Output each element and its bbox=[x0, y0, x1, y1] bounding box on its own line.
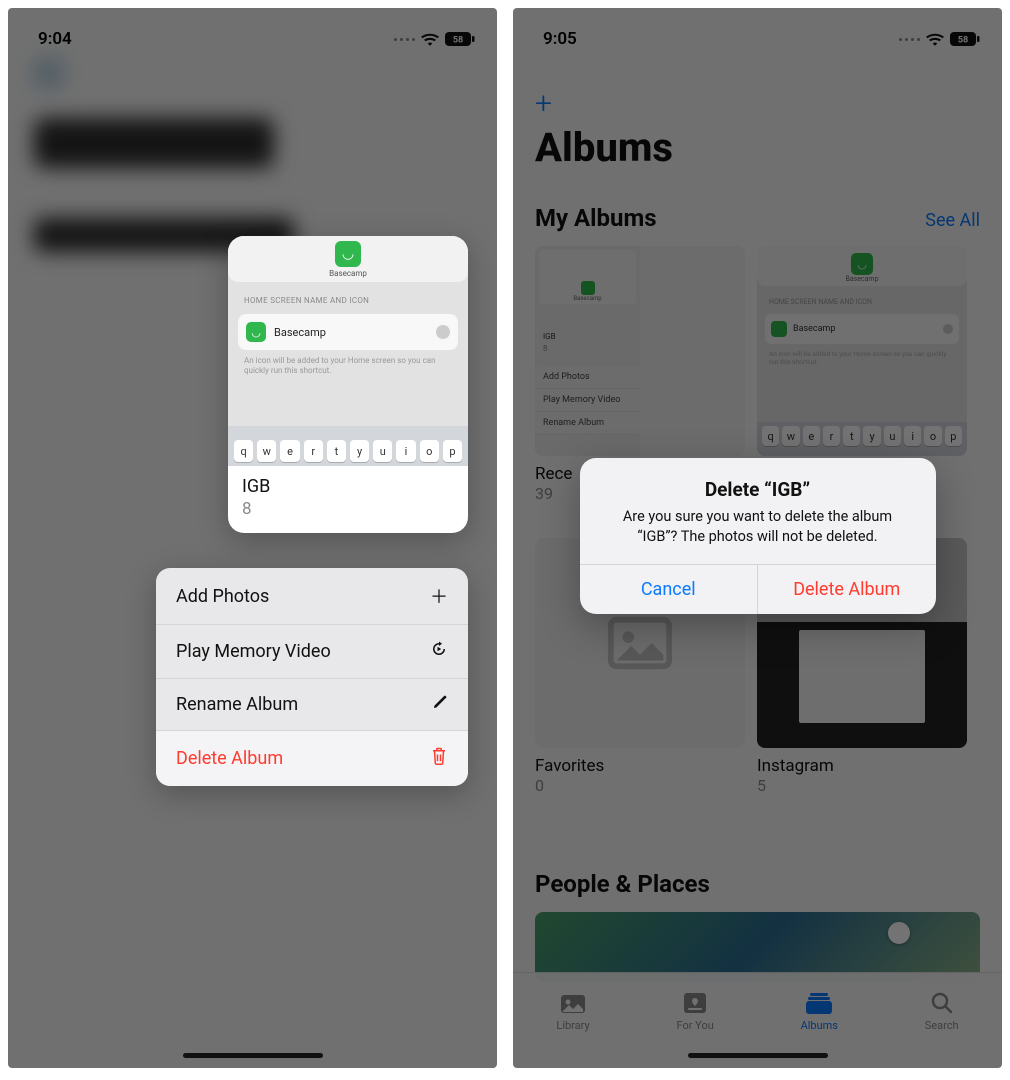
album-preview-card[interactable]: ◡ Basecamp HOME SCREEN NAME AND ICON ◡ B… bbox=[228, 236, 468, 533]
thumb-hint-text: An icon will be added to your Home scree… bbox=[244, 356, 452, 377]
tab-for-you[interactable]: For You bbox=[676, 991, 713, 1032]
mini-album-name: IGB bbox=[543, 332, 556, 341]
alert-cancel-button[interactable]: Cancel bbox=[580, 565, 759, 614]
screenshot-right: 9:05 58 + Albums My Albums See All bbox=[513, 8, 1002, 1068]
kb-key: r bbox=[304, 440, 323, 462]
thumb-section-label: HOME SCREEN NAME AND ICON bbox=[244, 296, 369, 305]
battery-icon: 58 bbox=[950, 32, 980, 46]
menu-label: Play Memory Video bbox=[176, 641, 331, 662]
album-thumbnail: Basecamp IGB 8 Add Photos+ Play Memory V… bbox=[535, 246, 745, 456]
status-time: 9:05 bbox=[543, 29, 577, 49]
kb-key: i bbox=[396, 440, 415, 462]
album-thumbnail: ◡ Basecamp HOME SCREEN NAME AND ICON Bas… bbox=[757, 246, 967, 456]
menu-rename-album[interactable]: Rename Album bbox=[156, 679, 468, 731]
tab-library[interactable]: Library bbox=[556, 991, 589, 1032]
context-menu: Add Photos ＋ Play Memory Video Rename Al… bbox=[156, 568, 468, 786]
wifi-icon bbox=[926, 32, 944, 46]
tab-search[interactable]: Search bbox=[925, 991, 959, 1032]
home-indicator[interactable] bbox=[688, 1053, 828, 1058]
album-count: 5 bbox=[757, 776, 967, 795]
section-title-people-places: People & Places bbox=[535, 870, 710, 898]
kb-key: u bbox=[373, 440, 392, 462]
tab-label: Albums bbox=[801, 1019, 838, 1032]
home-indicator[interactable] bbox=[183, 1053, 323, 1058]
tab-label: Search bbox=[925, 1019, 959, 1032]
album-count: 8 bbox=[242, 499, 454, 519]
blurred-background bbox=[8, 8, 497, 1068]
search-icon bbox=[928, 991, 956, 1015]
kb-key: e bbox=[280, 440, 299, 462]
album-name: IGB bbox=[242, 476, 454, 497]
menu-delete-album[interactable]: Delete Album bbox=[156, 731, 468, 786]
screenshot-left: 9:04 58 ◡ Basecamp HOME SCREEN NAME AND … bbox=[8, 8, 497, 1068]
kb-key: y bbox=[350, 440, 369, 462]
kb-key: t bbox=[327, 440, 346, 462]
page-title: Albums bbox=[535, 124, 673, 171]
replay-icon bbox=[430, 640, 448, 663]
see-all-link[interactable]: See All bbox=[925, 210, 980, 231]
mini-album-count: 8 bbox=[543, 344, 548, 353]
menu-play-memory-video[interactable]: Play Memory Video bbox=[156, 625, 468, 679]
pencil-icon bbox=[432, 694, 448, 715]
album-thumbnail: ◡ Basecamp HOME SCREEN NAME AND ICON ◡ B… bbox=[228, 236, 468, 466]
photo-placeholder-icon bbox=[605, 608, 675, 678]
kb-key: q bbox=[234, 440, 253, 462]
map-pin-icon bbox=[888, 922, 910, 944]
alert-title: Delete “IGB” bbox=[602, 478, 914, 501]
album-name: Favorites bbox=[535, 756, 745, 776]
alert-delete-button[interactable]: Delete Album bbox=[758, 565, 936, 614]
keyboard-preview: q w e r t y u i o p bbox=[228, 426, 468, 466]
tab-label: For You bbox=[676, 1019, 713, 1032]
plus-icon: + bbox=[535, 86, 552, 121]
menu-add-photos[interactable]: Add Photos ＋ bbox=[156, 568, 468, 625]
library-icon bbox=[559, 991, 587, 1015]
cellular-dots-icon bbox=[899, 38, 920, 41]
status-bar: 9:05 58 bbox=[513, 8, 1002, 58]
basecamp-app-icon: ◡ bbox=[335, 241, 361, 267]
menu-label: Add Photos bbox=[176, 586, 269, 607]
kb-key: p bbox=[443, 440, 462, 462]
menu-label: Delete Album bbox=[176, 748, 283, 769]
thumb-app-label: Basecamp bbox=[329, 269, 367, 278]
plus-icon: ＋ bbox=[430, 583, 448, 609]
svg-text:58: 58 bbox=[958, 36, 968, 46]
kb-key: o bbox=[420, 440, 439, 462]
add-album-button[interactable]: + bbox=[535, 86, 552, 121]
delete-confirm-alert: Delete “IGB” Are you sure you want to de… bbox=[580, 458, 936, 614]
tab-label: Library bbox=[556, 1019, 589, 1032]
alert-message: Are you sure you want to delete the albu… bbox=[602, 507, 914, 546]
thumb-row-label: Basecamp bbox=[274, 326, 326, 339]
status-icons: 58 bbox=[899, 32, 980, 46]
tab-albums[interactable]: Albums bbox=[801, 991, 838, 1032]
clear-icon bbox=[436, 325, 450, 339]
basecamp-mini-icon: ◡ bbox=[246, 322, 266, 342]
trash-icon bbox=[430, 746, 448, 771]
album-name: Instagram bbox=[757, 756, 967, 776]
mini-app-label: Basecamp bbox=[573, 295, 601, 302]
kb-key: w bbox=[257, 440, 276, 462]
for-you-icon bbox=[681, 991, 709, 1015]
section-title-my-albums: My Albums bbox=[535, 204, 657, 232]
albums-icon bbox=[805, 991, 833, 1015]
album-count: 0 bbox=[535, 776, 745, 795]
menu-label: Rename Album bbox=[176, 694, 298, 715]
